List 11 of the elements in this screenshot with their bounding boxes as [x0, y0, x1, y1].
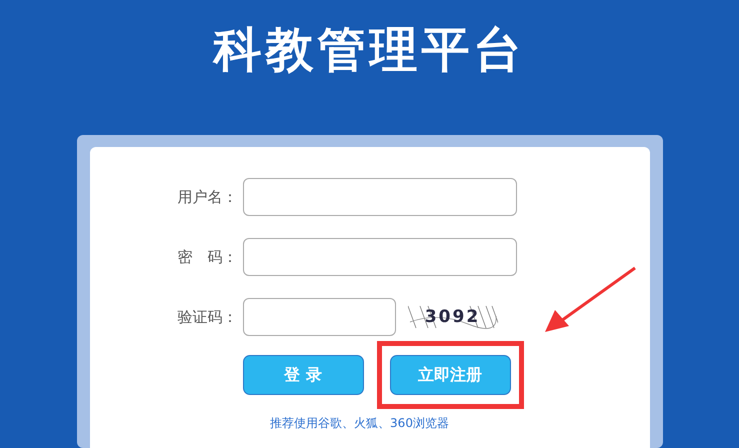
login-button[interactable]: 登 录	[242, 355, 364, 395]
input-field[interactable]	[242, 238, 516, 276]
field-label: 密 码：	[176, 248, 238, 266]
captcha-image[interactable]: 3092	[408, 304, 498, 330]
field-label: 用户名：	[176, 188, 238, 206]
field-label: 验证码：	[176, 308, 238, 326]
input-field[interactable]	[242, 298, 396, 336]
input-field[interactable]	[242, 178, 516, 216]
page-title: 科教管理平台	[214, 21, 526, 80]
browser-hint: 推荐使用谷歌、火狐、360浏览器	[270, 415, 449, 432]
register-button[interactable]: 立即注册	[390, 355, 510, 395]
